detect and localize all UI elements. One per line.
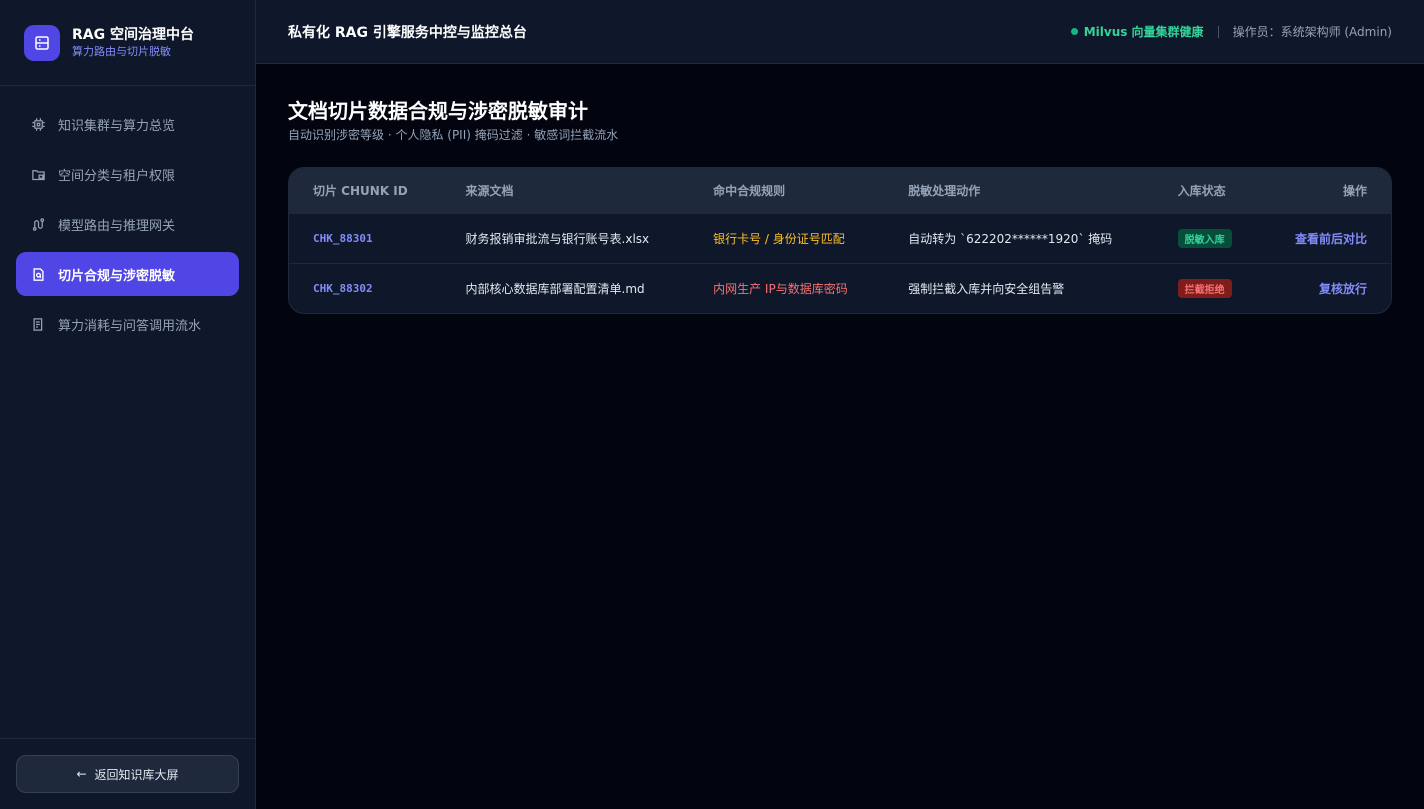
- col-source-doc: 来源文档: [465, 183, 514, 198]
- file-shield-icon: [30, 266, 46, 282]
- sidebar-item-label: 知识集群与算力总览: [58, 118, 176, 134]
- main-area: 私有化 RAG 引擎服务中控与监控总台 Milvus 向量集群健康 操作员：系统…: [256, 0, 1424, 809]
- sidebar-nav: 知识集群与算力总览 空间分类与租户权限 模型路由与推理网关 切片合规与涉密脱敏 …: [0, 86, 255, 738]
- topbar-right: Milvus 向量集群健康 操作员：系统架构师 (Admin): [1070, 23, 1392, 40]
- operator-label: 操作员：系统架构师 (Admin): [1232, 25, 1392, 39]
- server-icon: [24, 24, 60, 61]
- rule-hit: 内网生产 IP与数据库密码: [713, 281, 848, 296]
- brand-title: RAG 空间治理中台: [72, 26, 194, 43]
- arrow-left-icon: ←: [76, 767, 87, 781]
- mask-action: 强制拦截入库并向安全组告警: [908, 281, 1065, 296]
- source-doc: 内部核心数据库部署配置清单.md: [465, 281, 645, 296]
- sidebar-item-label: 模型路由与推理网关: [58, 218, 176, 234]
- table-row: CHK_88301 财务报销审批流与银行账号表.xlsx 银行卡号 / 身份证号…: [289, 213, 1391, 263]
- col-rule: 命中合规规则: [713, 183, 786, 198]
- col-status: 入库状态: [1177, 183, 1226, 198]
- status-cell: 脱敏入库: [1154, 213, 1263, 263]
- operation-cell: 查看前后对比: [1263, 213, 1391, 263]
- folder-lock-icon: [30, 166, 46, 182]
- sidebar-item-model-routing[interactable]: 模型路由与推理网关: [16, 202, 239, 246]
- sidebar: RAG 空间治理中台 算力路由与切片脱敏 知识集群与算力总览 空间分类与租户权限…: [0, 0, 256, 809]
- source-doc: 财务报销审批流与银行账号表.xlsx: [465, 231, 650, 246]
- compliance-table: 切片 CHUNK ID 来源文档 命中合规规则 脱敏处理动作 入库状态 操作 C…: [288, 167, 1392, 314]
- sidebar-item-chunk-compliance[interactable]: 切片合规与涉密脱敏: [16, 252, 239, 296]
- table-header-row: 切片 CHUNK ID 来源文档 命中合规规则 脱敏处理动作 入库状态 操作: [289, 168, 1391, 213]
- topbar: 私有化 RAG 引擎服务中控与监控总台 Milvus 向量集群健康 操作员：系统…: [256, 0, 1424, 64]
- page-title: 文档切片数据合规与涉密脱敏审计: [288, 99, 588, 123]
- cluster-status-text: Milvus 向量集群健康: [1083, 25, 1204, 39]
- page-content: 文档切片数据合规与涉密脱敏审计 自动识别涉密等级 · 个人隐私 (PII) 掩码…: [256, 64, 1424, 348]
- sidebar-item-billing-logs[interactable]: 算力消耗与问答调用流水: [16, 302, 239, 346]
- sidebar-item-label: 空间分类与租户权限: [58, 168, 176, 184]
- sidebar-item-label: 切片合规与涉密脱敏: [58, 268, 176, 284]
- chip-icon: [30, 116, 46, 132]
- chunk-id: CHK_88302: [313, 281, 373, 295]
- status-cell: 拦截拒绝: [1154, 263, 1263, 313]
- receipt-icon: [30, 316, 46, 332]
- sidebar-footer: ← 返回知识库大屏: [0, 738, 255, 809]
- brand: RAG 空间治理中台 算力路由与切片脱敏: [0, 0, 255, 86]
- review-release-link[interactable]: 复核放行: [1319, 282, 1367, 296]
- status-badge: 拦截拒绝: [1177, 278, 1232, 298]
- back-to-dashboard-button[interactable]: ← 返回知识库大屏: [16, 755, 239, 793]
- col-operation: 操作: [1342, 183, 1367, 198]
- topbar-divider: [1217, 25, 1219, 38]
- status-badge: 脱敏入库: [1177, 228, 1232, 248]
- topbar-title: 私有化 RAG 引擎服务中控与监控总台: [288, 24, 527, 41]
- status-dot-icon: [1070, 28, 1078, 35]
- page-subtitle: 自动识别涉密等级 · 个人隐私 (PII) 掩码过滤 · 敏感词拦截流水: [288, 128, 619, 142]
- sidebar-item-cluster-overview[interactable]: 知识集群与算力总览: [16, 102, 239, 146]
- app-root: RAG 空间治理中台 算力路由与切片脱敏 知识集群与算力总览 空间分类与租户权限…: [0, 0, 1424, 809]
- sidebar-item-label: 算力消耗与问答调用流水: [58, 318, 202, 334]
- chunk-id: CHK_88301: [313, 231, 373, 245]
- cluster-status: Milvus 向量集群健康: [1070, 23, 1204, 40]
- table-row: CHK_88302 内部核心数据库部署配置清单.md 内网生产 IP与数据库密码…: [289, 263, 1391, 313]
- col-chunk-id: 切片 CHUNK ID: [313, 183, 408, 198]
- sidebar-item-space-permissions[interactable]: 空间分类与租户权限: [16, 152, 239, 196]
- brand-subtitle: 算力路由与切片脱敏: [72, 44, 171, 58]
- rule-hit: 银行卡号 / 身份证号匹配: [713, 231, 845, 246]
- operation-cell: 复核放行: [1263, 263, 1391, 313]
- route-icon: [30, 216, 46, 232]
- col-action: 脱敏处理动作: [908, 183, 981, 198]
- compare-diff-link[interactable]: 查看前后对比: [1295, 232, 1367, 246]
- back-button-label: 返回知识库大屏: [94, 767, 179, 782]
- mask-action: 自动转为 `622202******1920` 掩码: [908, 231, 1113, 246]
